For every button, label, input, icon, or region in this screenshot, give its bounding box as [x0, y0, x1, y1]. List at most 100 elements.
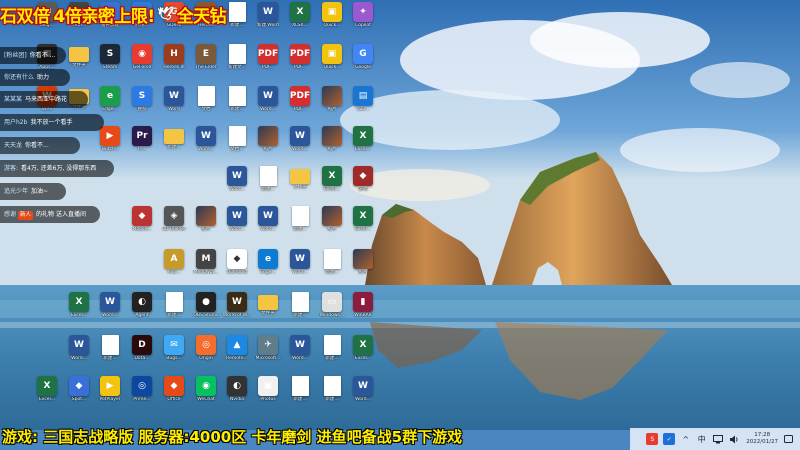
- desktop-icon-glyph: ✈: [258, 335, 278, 355]
- desktop-icon[interactable]: W Word...: [190, 126, 222, 170]
- desktop-icon[interactable]: W Word...: [252, 86, 284, 130]
- desktop-icon[interactable]: PDF PDF...: [252, 44, 284, 88]
- desktop-icon-label: 新建...: [293, 313, 307, 318]
- desktop-icon[interactable]: ▣ Quick...: [316, 44, 348, 88]
- desktop-icon[interactable]: e Edge...: [252, 249, 284, 293]
- chat-message: 游客: 看4万, 还差6万, 没得那东西: [0, 160, 114, 177]
- desktop-icon[interactable]: W Word...: [284, 335, 316, 379]
- desktop-icon[interactable]: A Axo...: [158, 249, 190, 293]
- desktop-icon[interactable]: ✉ Bugs...: [158, 335, 190, 379]
- desktop-icon[interactable]: 照片: [347, 249, 379, 293]
- taskbar-clock[interactable]: 17:28 2022/01/27: [746, 432, 778, 446]
- desktop-icon[interactable]: 新建...: [94, 335, 126, 379]
- desktop-icon[interactable]: ▣ Quick...: [316, 2, 348, 46]
- desktop-icon[interactable]: Pr Pr...: [126, 126, 158, 170]
- desktop-icon[interactable]: X XLSX...: [284, 2, 316, 46]
- desktop-icon[interactable]: 文档: [190, 86, 222, 130]
- desktop-icon[interactable]: W Word...: [284, 249, 316, 293]
- desktop-icon[interactable]: 文件夹: [284, 166, 316, 210]
- desktop-icon[interactable]: 新建...: [316, 249, 348, 293]
- desktop-icon[interactable]: 照片: [316, 86, 348, 130]
- desktop-icon-glyph: X: [37, 376, 57, 396]
- input-language-indicator[interactable]: 中: [696, 433, 707, 445]
- desktop-icon-label: 新建...: [261, 187, 275, 192]
- desktop-icon[interactable]: E The Elder: [190, 44, 222, 88]
- desktop-icon-glyph: ▶: [100, 376, 120, 396]
- title-text-2: 4倍亲密: [53, 6, 115, 27]
- desktop-icon[interactable]: ✈ Microsoft...: [252, 335, 284, 379]
- desktop-icon[interactable]: ▲ Remote...: [221, 335, 253, 379]
- desktop-icon[interactable]: 新建...: [158, 126, 190, 170]
- desktop-icon[interactable]: W Word...: [221, 206, 253, 250]
- desktop-icon[interactable]: ◉ WeChat: [190, 376, 222, 420]
- desktop-icon[interactable]: G Google: [347, 44, 379, 88]
- desktop-icon[interactable]: D Dota...: [126, 335, 158, 379]
- desktop-icon[interactable]: ◆ Diamond: [221, 249, 253, 293]
- blue-app-icon[interactable]: ✓: [663, 433, 676, 445]
- desktop-icon[interactable]: ◐ Agent: [126, 292, 158, 336]
- desktop-icon-label: 游戏: [358, 187, 368, 192]
- volume-icon[interactable]: [728, 433, 739, 445]
- orange-app-icon[interactable]: S: [646, 433, 659, 445]
- desktop-icon[interactable]: 照片: [316, 206, 348, 250]
- desktop-icon[interactable]: W World of W...: [221, 292, 253, 336]
- desktop-icon[interactable]: M MediaWa...: [190, 249, 222, 293]
- desktop-icon[interactable]: W Word...: [284, 126, 316, 170]
- desktop-icon[interactable]: ▤ 123...: [347, 86, 379, 130]
- desktop-icon[interactable]: ● OBS Studio: [190, 292, 222, 336]
- desktop-icon[interactable]: W Word...: [94, 292, 126, 336]
- desktop-icon[interactable]: W Word: [158, 86, 190, 130]
- desktop-icon[interactable]: X Excel...: [347, 335, 379, 379]
- desktop-icon-glyph: S: [132, 86, 152, 106]
- desktop-icon-glyph: [165, 292, 183, 312]
- network-icon[interactable]: [712, 433, 723, 445]
- show-hidden-icons-chevron-icon[interactable]: ^: [680, 433, 691, 445]
- desktop-icon[interactable]: 新建...: [284, 292, 316, 336]
- desktop-icon[interactable]: ▮ WinRAR: [347, 292, 379, 336]
- desktop-icon[interactable]: W 新建 Word: [252, 2, 284, 46]
- desktop-icon[interactable]: 照片: [190, 206, 222, 250]
- desktop-icon[interactable]: 文件夹: [252, 292, 284, 336]
- desktop-icon[interactable]: PDF PDF...: [284, 86, 316, 130]
- desktop-icon[interactable]: 新建...: [284, 206, 316, 250]
- notification-center-icon[interactable]: [783, 433, 794, 445]
- desktop-icon[interactable]: 新建...: [158, 292, 190, 336]
- desktop-icon[interactable]: 文档...: [221, 126, 253, 170]
- desktop-icon[interactable]: X Excel...: [347, 206, 379, 250]
- desktop-icon[interactable]: 照片: [252, 126, 284, 170]
- desktop-icon[interactable]: 新建...: [221, 86, 253, 130]
- desktop-icon[interactable]: ▣ Photos: [252, 376, 284, 420]
- desktop-icon[interactable]: ◆ Spot...: [63, 376, 95, 420]
- desktop-icon[interactable]: H Heroes III: [158, 44, 190, 88]
- desktop-icon[interactable]: ▶ PotPlayer: [94, 376, 126, 420]
- desktop-icon[interactable]: W Word...: [221, 166, 253, 210]
- desktop-icon[interactable]: 新建...: [252, 166, 284, 210]
- desktop-icon[interactable]: ✦ Copilot: [347, 2, 379, 46]
- desktop-icon[interactable]: S 搜狗: [126, 86, 158, 130]
- desktop-icon[interactable]: X Excel...: [347, 126, 379, 170]
- desktop-icon[interactable]: X Excel...: [31, 376, 63, 420]
- desktop-icon[interactable]: ◈ 3D Builder: [158, 206, 190, 250]
- desktop-icon[interactable]: ◎ Origin: [190, 335, 222, 379]
- desktop-icon-label: 照片: [263, 147, 273, 152]
- desktop-icon[interactable]: 新建...: [316, 376, 348, 420]
- desktop-icon[interactable]: ◎ Prime...: [126, 376, 158, 420]
- desktop-icon[interactable]: ◆ Mobile...: [126, 206, 158, 250]
- desktop-icon-label: 新建...: [103, 356, 117, 361]
- desktop-icon[interactable]: X Excel...: [316, 166, 348, 210]
- desktop-icon[interactable]: ◐ Nvidia: [221, 376, 253, 420]
- desktop-icon[interactable]: W Word...: [252, 206, 284, 250]
- desktop-icon[interactable]: ◆ 游戏: [347, 166, 379, 210]
- desktop-icon[interactable]: 新建...: [316, 335, 348, 379]
- desktop-icon-glyph: W: [100, 292, 120, 312]
- desktop-icon[interactable]: PDF PDF...: [284, 44, 316, 88]
- desktop-icon[interactable]: 照片: [316, 126, 348, 170]
- desktop-icon[interactable]: W Word...: [347, 376, 379, 420]
- desktop-icon[interactable]: ◉ GeForce: [126, 44, 158, 88]
- desktop-icon[interactable]: ▭ Windows...: [316, 292, 348, 336]
- desktop-icon[interactable]: W Word...: [63, 335, 95, 379]
- desktop-icon[interactable]: 新建文...: [221, 44, 253, 88]
- desktop-icon[interactable]: ◆ Office: [158, 376, 190, 420]
- desktop-icon[interactable]: 新建...: [284, 376, 316, 420]
- desktop-icon[interactable]: X Excel...: [63, 292, 95, 336]
